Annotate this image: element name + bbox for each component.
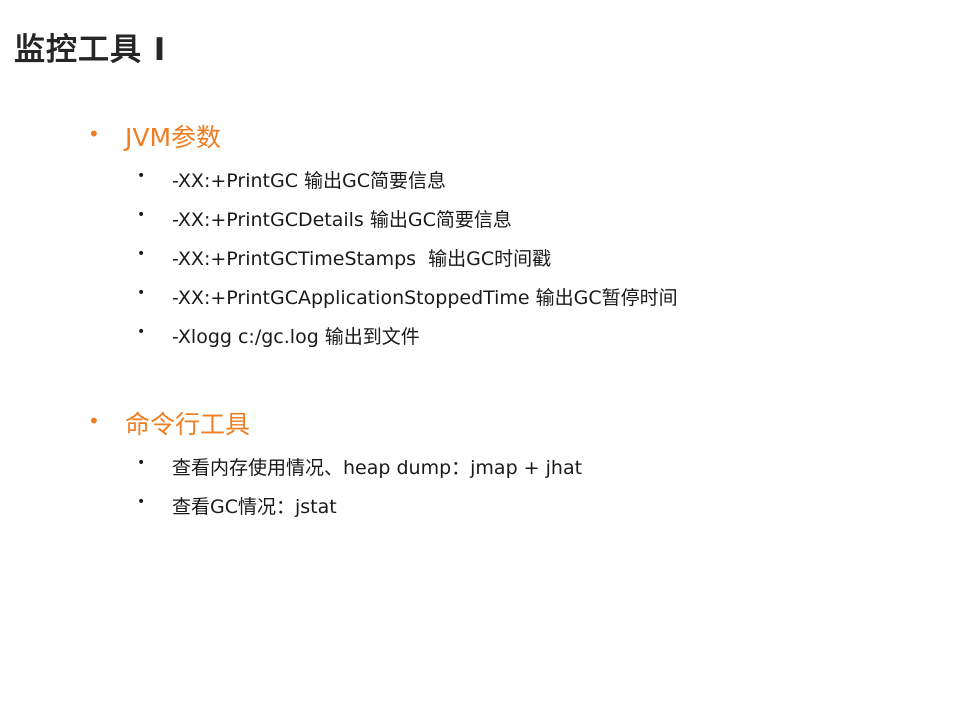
bullet-dot-icon: • <box>137 455 146 471</box>
list-item: • 查看GC情况：jstat <box>88 489 928 528</box>
section-heading-row: • JVM参数 <box>88 118 928 154</box>
list-item-text: -Xlogg c:/gc.log 输出到文件 <box>172 326 420 348</box>
bullet-list: • 查看内存使用情况、heap dump：jmap + jhat • 查看GC情… <box>88 450 928 528</box>
bullet-dot-icon: • <box>137 494 146 510</box>
section-jvm-params: • JVM参数 • -XX:+PrintGC 输出GC简要信息 • -XX:+P… <box>88 118 928 358</box>
bullet-dot-icon: • <box>137 285 146 301</box>
section-heading: JVM参数 <box>125 123 222 152</box>
list-item: • -XX:+PrintGCTimeStamps 输出GC时间戳 <box>88 241 928 280</box>
list-item-text: 查看内存使用情况、heap dump：jmap + jhat <box>172 457 583 479</box>
bullet-dot-icon: • <box>137 168 146 184</box>
list-item-text: 查看GC情况：jstat <box>172 496 337 518</box>
list-item: • -Xlogg c:/gc.log 输出到文件 <box>88 319 928 358</box>
section-heading-row: • 命令行工具 <box>88 405 928 441</box>
list-item: • -XX:+PrintGCApplicationStoppedTime 输出G… <box>88 280 928 319</box>
slide-title: 监控工具 I <box>14 32 167 68</box>
bullet-dot-icon: • <box>137 246 146 262</box>
list-item-text: -XX:+PrintGC 输出GC简要信息 <box>172 170 446 192</box>
list-item: • -XX:+PrintGC 输出GC简要信息 <box>88 163 928 202</box>
bullet-dot-icon: • <box>137 324 146 340</box>
section-heading: 命令行工具 <box>125 410 251 439</box>
bullet-dot-icon: • <box>137 207 146 223</box>
list-item-text: -XX:+PrintGCTimeStamps 输出GC时间戳 <box>172 248 552 270</box>
bullet-dot-icon: • <box>88 409 100 433</box>
list-item-text: -XX:+PrintGCApplicationStoppedTime 输出GC暂… <box>172 287 678 309</box>
list-item-text: -XX:+PrintGCDetails 输出GC简要信息 <box>172 209 512 231</box>
bullet-dot-icon: • <box>88 122 100 146</box>
list-item: • 查看内存使用情况、heap dump：jmap + jhat <box>88 450 928 489</box>
section-command-line-tools: • 命令行工具 • 查看内存使用情况、heap dump：jmap + jhat… <box>88 405 928 528</box>
list-item: • -XX:+PrintGCDetails 输出GC简要信息 <box>88 202 928 241</box>
bullet-list: • -XX:+PrintGC 输出GC简要信息 • -XX:+PrintGCDe… <box>88 163 928 358</box>
